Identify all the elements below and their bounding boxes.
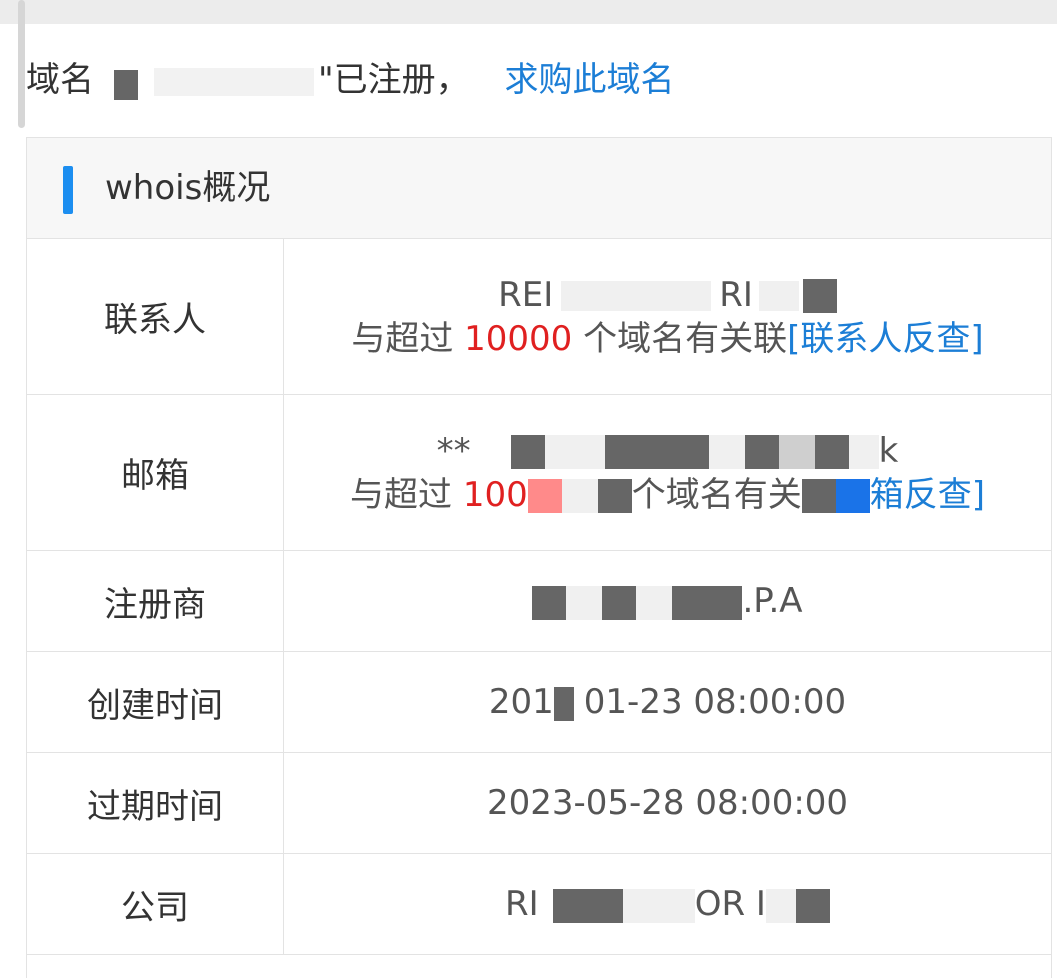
row-label-registrar: 注册商 bbox=[27, 551, 284, 651]
row-value-contact: REI RI 与超过 10000 个域名有关联[联系人反查] bbox=[284, 239, 1051, 394]
contact-association-line: 与超过 10000 个域名有关联[联系人反查] bbox=[351, 318, 984, 359]
table-row-registrar: 注册商 .P.A bbox=[27, 551, 1051, 652]
buy-domain-link[interactable]: 求购此域名 bbox=[504, 60, 674, 100]
table-row-company: 公司 RI OR I bbox=[27, 854, 1051, 955]
row-value-registrar: .P.A bbox=[284, 551, 1051, 651]
row-value-email: ** k 与超过 100 个域名有关 箱反查] bbox=[284, 395, 1051, 550]
row-value-expires: 2023-05-28 08:00:00 bbox=[486, 783, 849, 823]
row-label-contact: 联系人 bbox=[27, 239, 284, 394]
masked-domain-name bbox=[98, 62, 318, 102]
email-association-line: 与超过 100 个域名有关 箱反查] bbox=[350, 474, 985, 515]
card-title: whois概况 bbox=[105, 168, 271, 208]
email-address-line: ** k bbox=[436, 430, 899, 471]
table-row-email: 邮箱 ** k 与超过 100 个域名有关 箱反查] bbox=[27, 395, 1051, 551]
row-label-expires: 过期时间 bbox=[27, 753, 284, 853]
table-row-contact: 联系人 REI RI 与超过 10000 个域名有关联[联系人反查] bbox=[27, 239, 1051, 395]
row-value-company: RI OR I bbox=[284, 854, 1051, 954]
row-label-company: 公司 bbox=[27, 854, 284, 954]
contact-reverse-lookup-link[interactable]: [联系人反查] bbox=[787, 319, 984, 359]
row-value-created: 201 01-23 08:00:00 bbox=[488, 682, 847, 722]
table-row-expires: 过期时间 2023-05-28 08:00:00 bbox=[27, 753, 1051, 854]
scroll-indicator[interactable] bbox=[18, 0, 25, 128]
notice-prefix: 域名 bbox=[26, 60, 94, 100]
top-status-bar bbox=[0, 0, 1057, 24]
row-label-created: 创建时间 bbox=[27, 652, 284, 752]
header-accent-bar bbox=[63, 166, 73, 214]
contact-domain-count: 10000 bbox=[464, 318, 573, 359]
row-label-email: 邮箱 bbox=[27, 395, 284, 550]
domain-registered-notice: 域名 "已注册， 求购此域名 bbox=[26, 52, 674, 108]
contact-name-line: REI RI bbox=[498, 273, 837, 317]
card-header: whois概况 bbox=[27, 138, 1051, 239]
notice-registered-text: "已注册， bbox=[318, 60, 470, 100]
email-domain-count: 100 bbox=[462, 474, 528, 515]
email-reverse-lookup-link[interactable]: 箱反查] bbox=[870, 475, 985, 515]
whois-overview-card: whois概况 联系人 REI RI 与超过 10000 个域名有关联[联系人反查… bbox=[26, 137, 1052, 978]
table-row-created: 创建时间 201 01-23 08:00:00 bbox=[27, 652, 1051, 753]
